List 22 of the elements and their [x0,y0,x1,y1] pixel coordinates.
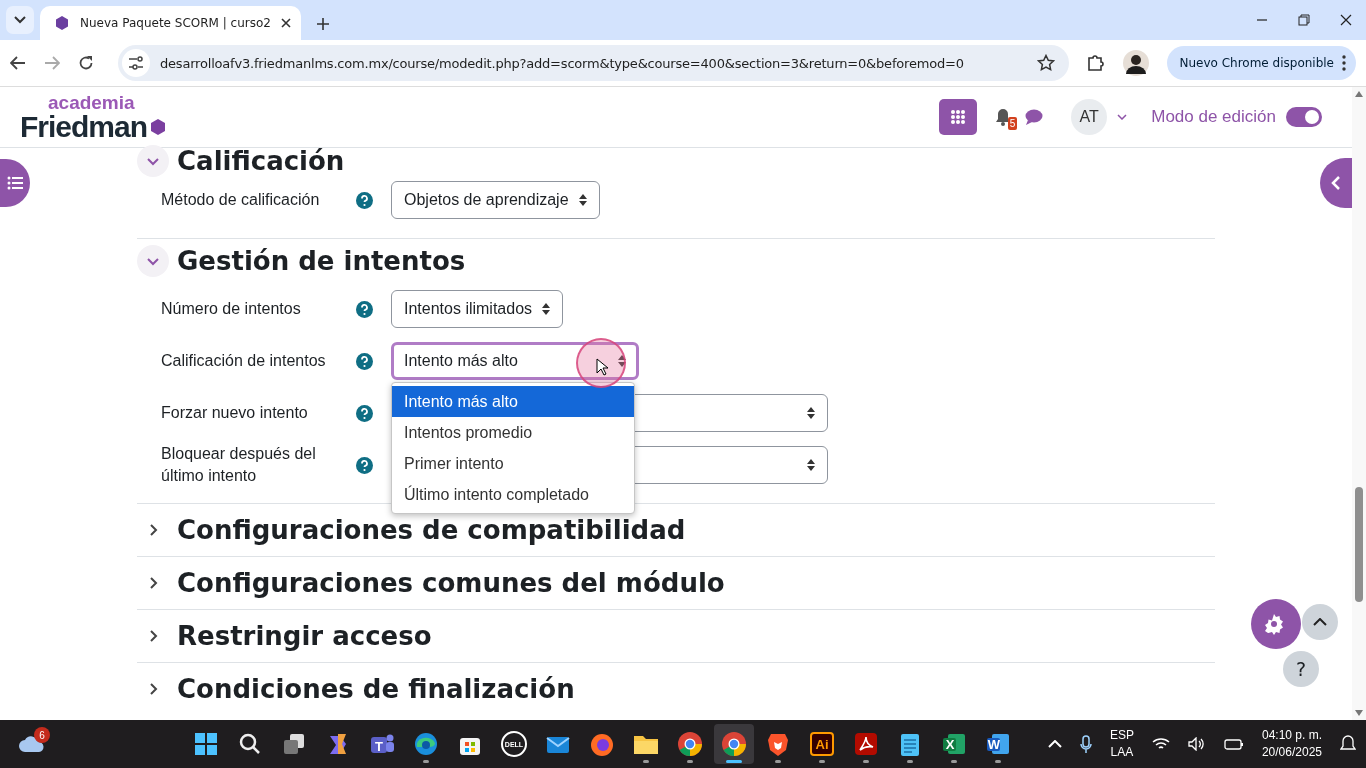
section-heading: Configuraciones comunes del módulo [177,568,725,598]
field-label: Método de calificación [160,190,321,210]
section-heading: Gestión de intentos [177,246,466,276]
field-label: Bloquear después del último intento [160,444,317,486]
section-heading: Restringir acceso [177,621,432,651]
section-heading: Condiciones de finalización [177,674,575,704]
notification-badge: 5 [1007,117,1018,130]
section-heading: Calificación [177,146,345,176]
app-glyph: Ai [815,736,829,752]
app-glyph: X [945,736,955,752]
field-label: Forzar nuevo intento [160,403,309,423]
tab-title: Nueva Paquete SCORM | curso2 [80,16,271,30]
logo-text: Friedman [20,111,148,142]
url-text: desarrolloafv3.friedmanlms.com.mx/course/modedit.php?add=scorm&type&course=400&section=3&return=0&beforemod=0 [160,55,965,71]
edit-mode-label: Modo de edición [1151,107,1276,127]
section-heading: Configuraciones de compatibilidad [177,515,686,545]
field-label: Calificación de intentos [160,351,327,371]
app-glyph: W [987,736,1001,752]
logo-text: academia [48,92,135,112]
app-glyph: T [375,738,383,754]
field-label: Número de intentos [160,299,302,319]
notification-badge: 6 [34,727,50,743]
